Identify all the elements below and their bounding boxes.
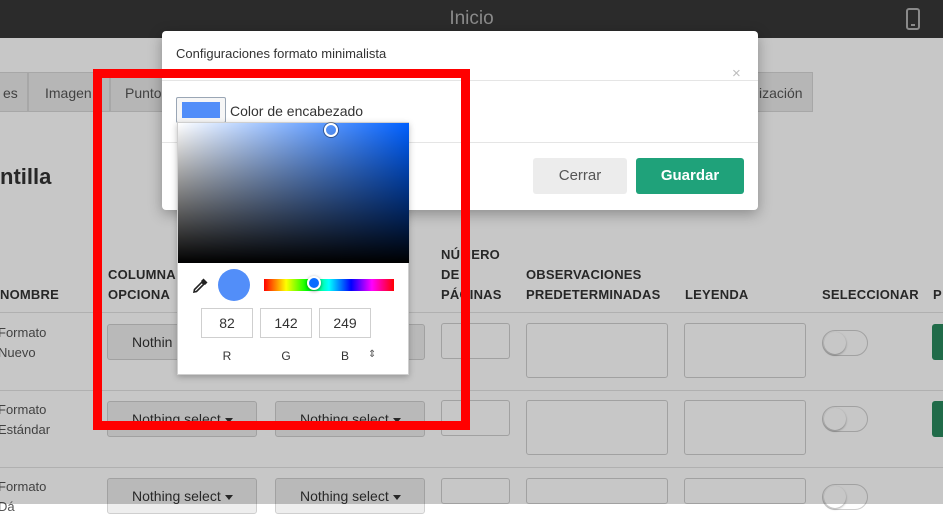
mobile-phone-icon[interactable]: [906, 8, 920, 30]
close-button[interactable]: Cerrar: [533, 158, 627, 194]
annotation-highlight-box: [93, 69, 470, 430]
modal-title: Configuraciones formato minimalista: [176, 46, 387, 61]
app-title: Inicio: [449, 8, 494, 29]
save-button[interactable]: Guardar: [636, 158, 744, 194]
